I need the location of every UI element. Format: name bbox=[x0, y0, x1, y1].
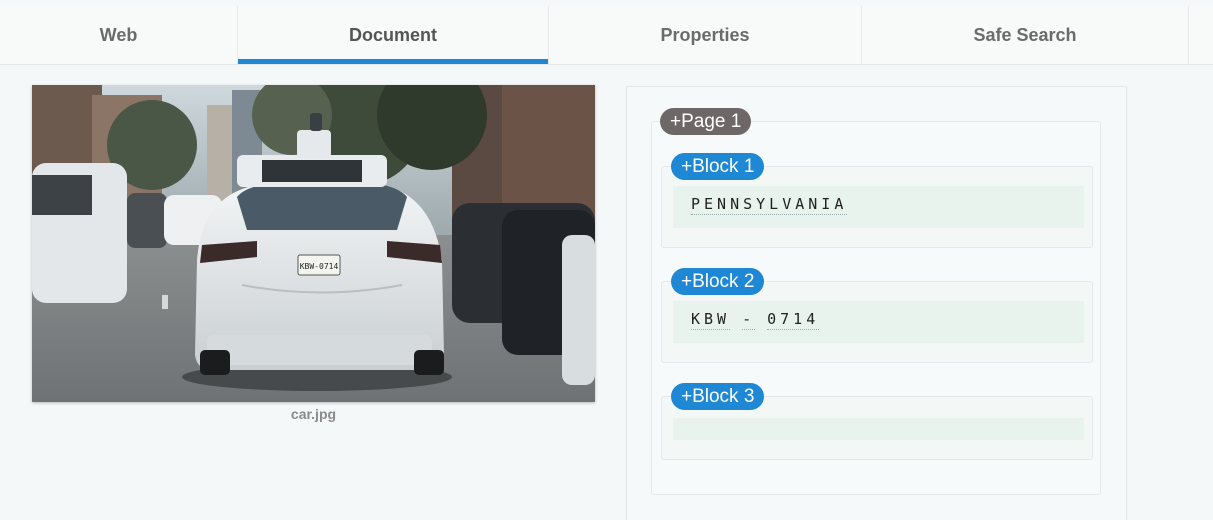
uploaded-image: KBW-0714 bbox=[32, 85, 595, 402]
block-words-1: PENNSYLVANIA bbox=[691, 195, 848, 215]
car-photo-illustration: KBW-0714 bbox=[32, 85, 595, 402]
page-pill-label: +Page 1 bbox=[670, 110, 742, 132]
tab-properties[interactable]: Properties bbox=[549, 6, 862, 64]
detected-word[interactable]: PENNSYLVANIA bbox=[691, 195, 848, 215]
block-pill-2[interactable]: +Block 2 bbox=[671, 268, 765, 295]
block-pill-label: +Block 2 bbox=[681, 270, 755, 292]
block-pill-label: +Block 1 bbox=[681, 155, 755, 177]
detected-word[interactable]: 0714 bbox=[767, 310, 820, 330]
tab-document-label: Document bbox=[348, 24, 437, 45]
active-tab-indicator bbox=[238, 59, 548, 64]
tab-safe-search[interactable]: Safe Search bbox=[862, 6, 1189, 64]
tab-safe-search-label: Safe Search bbox=[973, 24, 1077, 45]
page-pill[interactable]: +Page 1 bbox=[660, 108, 752, 135]
tab-web-label: Web bbox=[99, 24, 138, 45]
tab-document[interactable]: Document bbox=[238, 6, 549, 64]
block-text-area-3 bbox=[673, 418, 1084, 440]
image-caption: car.jpg bbox=[290, 406, 337, 422]
block-pill-3[interactable]: +Block 3 bbox=[671, 383, 765, 410]
plate-text: KBW-0714 bbox=[300, 262, 339, 271]
detected-word[interactable]: - bbox=[742, 310, 756, 330]
detected-word[interactable]: KBW bbox=[691, 310, 731, 330]
block-words-2: KBW - 0714 bbox=[691, 310, 820, 330]
block-pill-label: +Block 3 bbox=[681, 385, 755, 407]
tab-web[interactable]: Web bbox=[0, 6, 238, 64]
tab-properties-label: Properties bbox=[660, 24, 750, 45]
block-pill-1[interactable]: +Block 1 bbox=[671, 153, 765, 180]
tab-bar: Web Document Properties Safe Search bbox=[0, 6, 1213, 65]
